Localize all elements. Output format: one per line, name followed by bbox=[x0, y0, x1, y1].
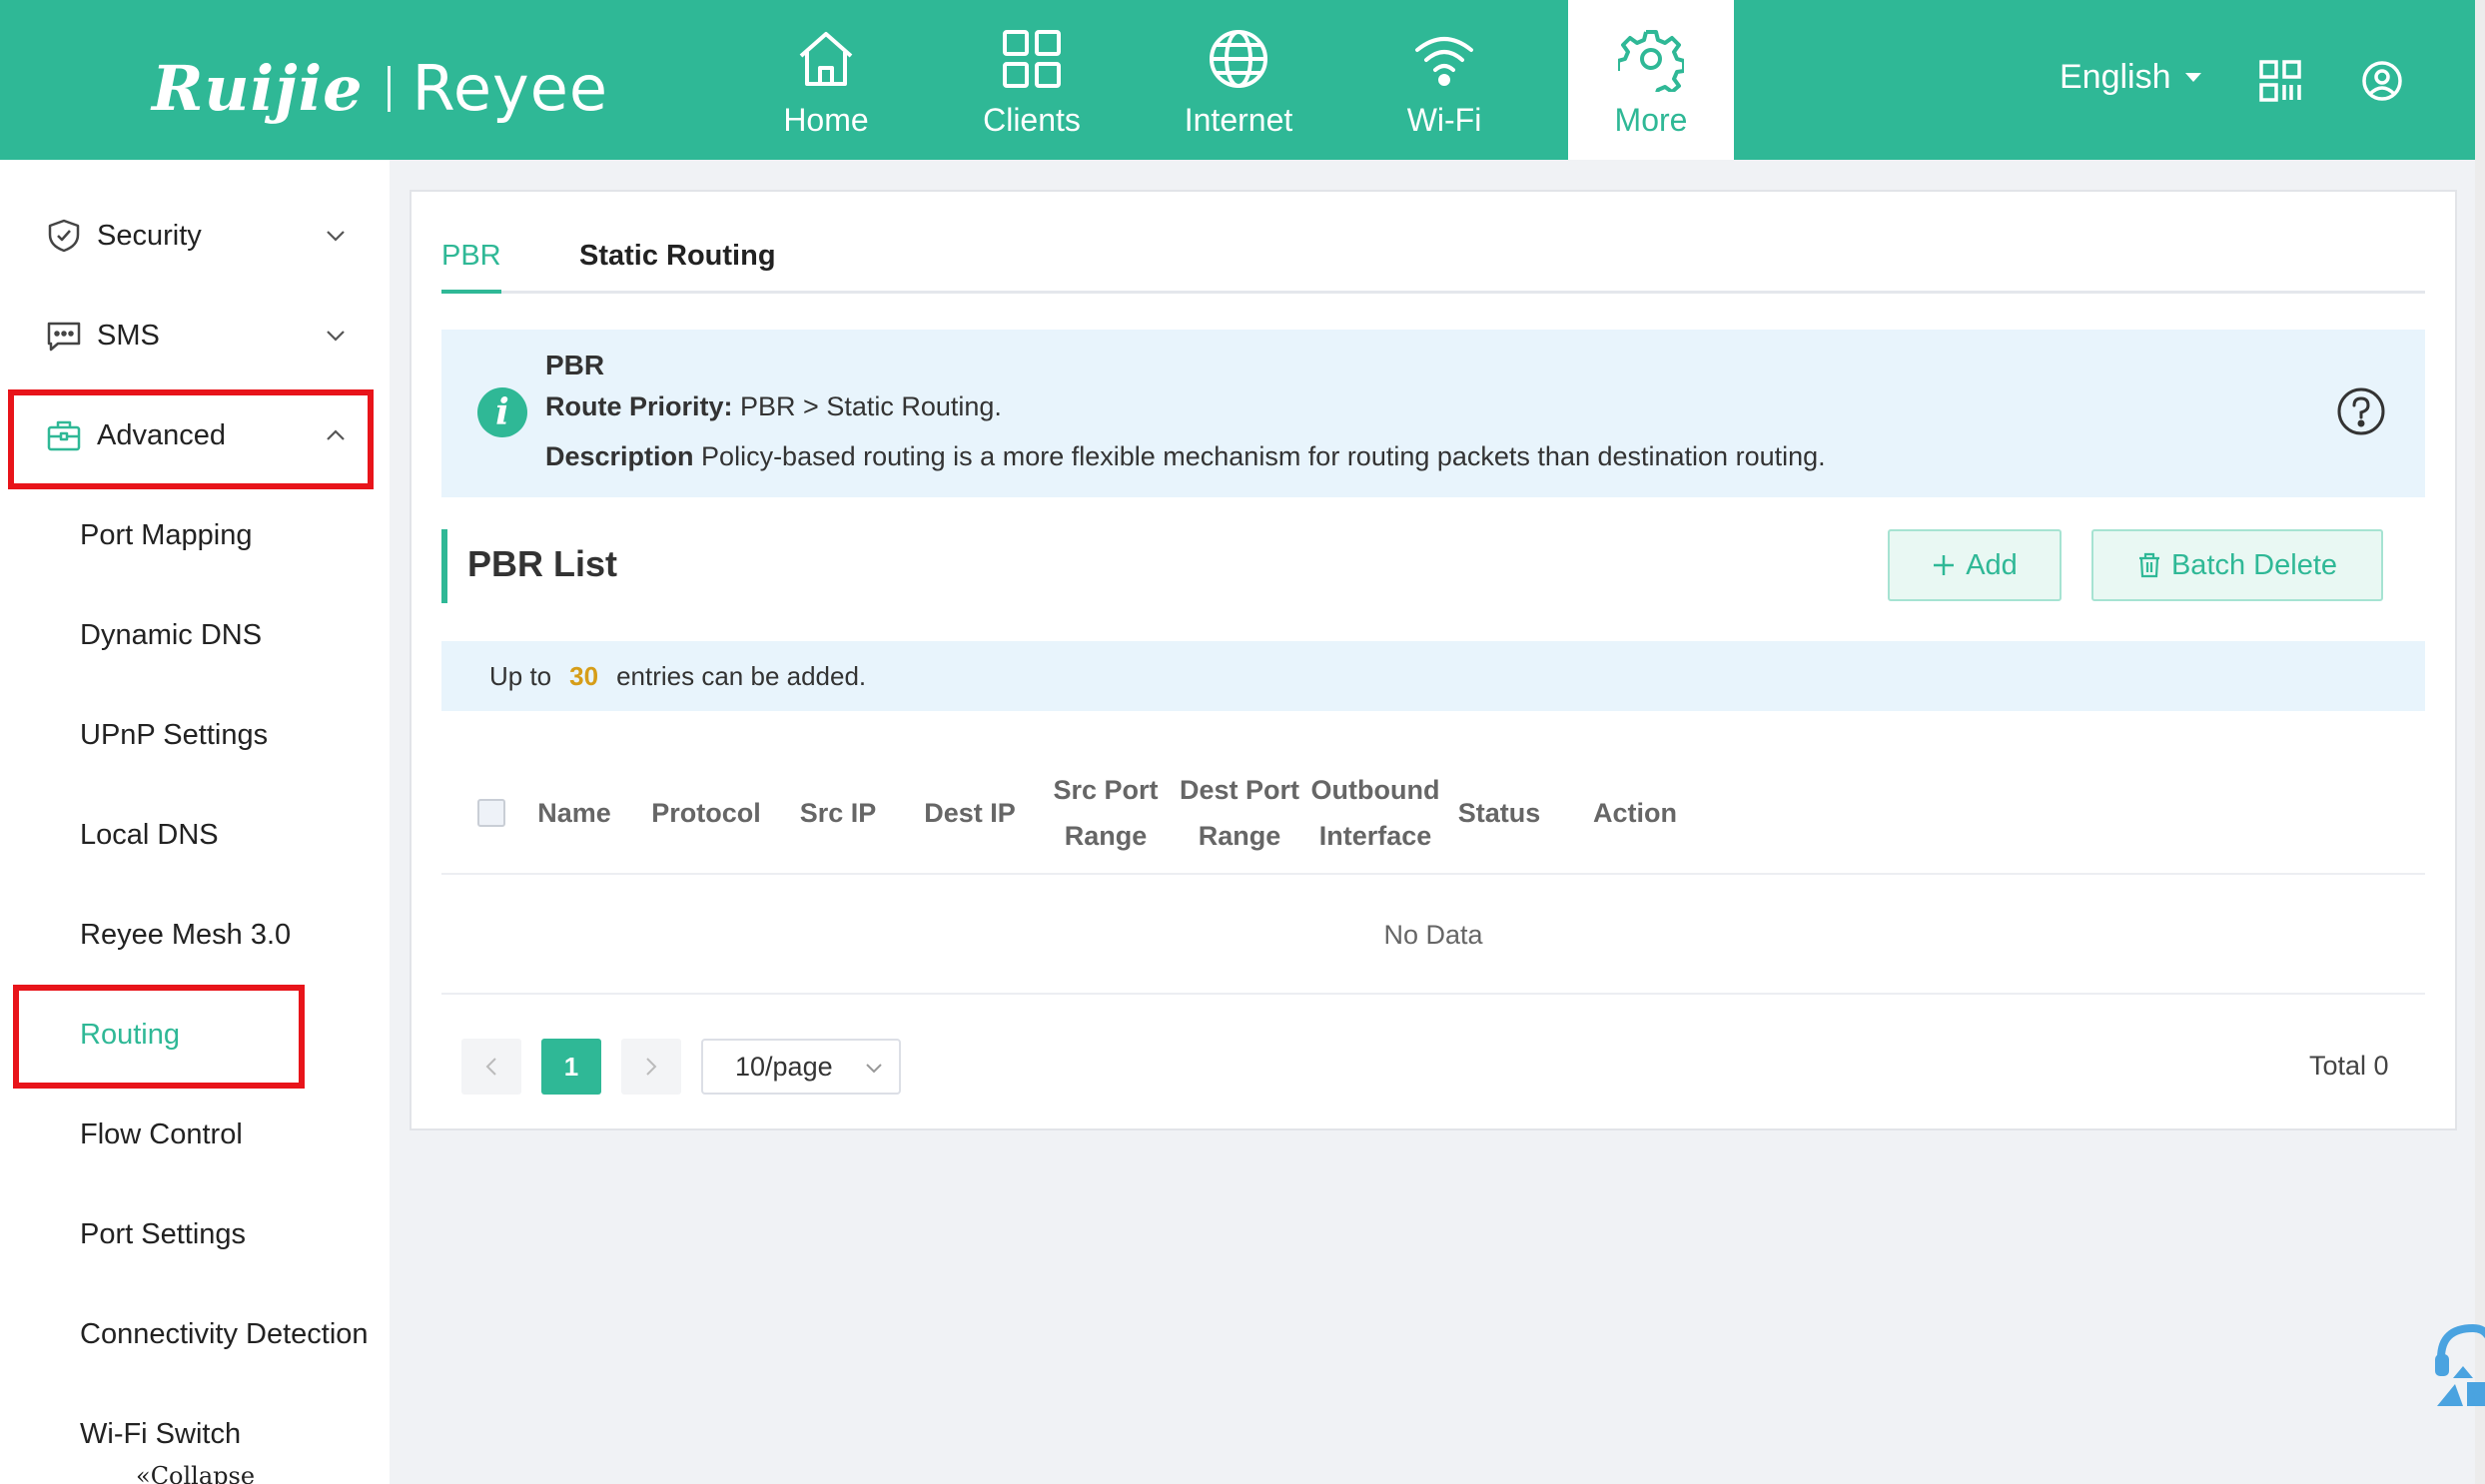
column-header-name: Name bbox=[537, 798, 611, 828]
next-page-button[interactable] bbox=[621, 1039, 681, 1095]
nav-more[interactable]: More bbox=[1568, 0, 1734, 160]
brand-ruijie: Ruijie bbox=[152, 52, 364, 125]
tab-bar: PBR Static Routing bbox=[441, 240, 2425, 294]
content-card: PBR Static Routing i PBR Route Priority:… bbox=[410, 190, 2457, 1130]
nav-wifi[interactable]: Wi-Fi bbox=[1361, 0, 1527, 160]
table-empty-state: No Data bbox=[441, 877, 2425, 995]
wifi-icon bbox=[1415, 37, 1473, 86]
sidebar-item-upnp-settings[interactable]: UPnP Settings bbox=[80, 719, 268, 752]
chevron-down-icon bbox=[327, 331, 345, 342]
collapse-label: Collapse bbox=[150, 1462, 256, 1484]
chevron-up-icon bbox=[327, 429, 345, 440]
info-route-priority: Route Priority: PBR > Static Routing. bbox=[545, 391, 1002, 422]
sidebar-group-sms[interactable]: SMS bbox=[0, 286, 390, 385]
column-header-src-port-range: Src Port Range bbox=[1053, 775, 1159, 851]
assistant-widget-icon[interactable] bbox=[2433, 1318, 2485, 1414]
tab-static-routing[interactable]: Static Routing bbox=[579, 240, 776, 273]
batch-delete-label: Batch Delete bbox=[2170, 548, 2338, 581]
sidebar-group-label: Security bbox=[97, 219, 202, 252]
add-button[interactable]: Add bbox=[1888, 529, 2062, 601]
nav-wifi-label: Wi-Fi bbox=[1406, 102, 1482, 138]
info-icon: i bbox=[477, 387, 527, 437]
trash-icon bbox=[2138, 552, 2159, 578]
sidebar-group-label: Advanced bbox=[97, 418, 226, 451]
column-header-action: Action bbox=[1593, 798, 1677, 828]
column-header-protocol: Protocol bbox=[651, 798, 761, 828]
gear-icon bbox=[1618, 30, 1684, 92]
column-header-status: Status bbox=[1457, 798, 1541, 828]
prev-page-button[interactable] bbox=[461, 1039, 521, 1095]
language-selector[interactable]: English bbox=[2060, 58, 2201, 97]
sidebar-item-dynamic-dns[interactable]: Dynamic DNS bbox=[80, 619, 262, 652]
nav-more-label: More bbox=[1614, 102, 1688, 138]
priority-label: Route Priority: bbox=[545, 391, 733, 421]
nav-home-label: Home bbox=[783, 102, 869, 138]
nav-clients[interactable]: Clients bbox=[949, 0, 1115, 160]
brand-logo: Ruijie Reyee bbox=[152, 52, 608, 125]
page-scrollbar[interactable] bbox=[2475, 0, 2485, 1484]
batch-delete-button[interactable]: Batch Delete bbox=[2091, 529, 2383, 601]
brand-separator bbox=[387, 65, 391, 112]
sidebar-item-local-dns[interactable]: Local DNS bbox=[80, 819, 219, 852]
page-number-button[interactable]: 1 bbox=[541, 1039, 601, 1095]
globe-icon bbox=[1210, 30, 1267, 88]
info-description: Description Policy-based routing is a mo… bbox=[545, 441, 1826, 472]
tab-pbr[interactable]: PBR bbox=[441, 240, 501, 294]
description-text: Policy-based routing is a more flexible … bbox=[701, 441, 1826, 471]
limit-prefix: Up to bbox=[489, 660, 552, 691]
top-navigation-bar: Ruijie Reyee Home Clients Internet Wi-Fi… bbox=[0, 0, 2475, 160]
qr-code-icon[interactable] bbox=[2259, 60, 2301, 102]
chevron-down-icon bbox=[327, 231, 345, 242]
home-icon bbox=[799, 32, 853, 86]
info-banner: i PBR Route Priority: PBR > Static Routi… bbox=[441, 330, 2425, 497]
brand-reyee: Reyee bbox=[412, 52, 609, 125]
chevron-left-icon bbox=[485, 1058, 496, 1076]
sidebar-item-port-settings[interactable]: Port Settings bbox=[80, 1218, 246, 1251]
pbr-list-title: PBR List bbox=[467, 543, 618, 584]
limit-count: 30 bbox=[569, 660, 599, 691]
plus-icon bbox=[1934, 555, 1955, 575]
pbr-list-header: PBR List bbox=[441, 529, 617, 603]
add-button-label: Add bbox=[1966, 548, 2018, 581]
chevron-down-icon bbox=[866, 1064, 882, 1074]
page-size-value: 10/page bbox=[735, 1051, 833, 1082]
user-account-icon[interactable] bbox=[2361, 60, 2403, 102]
nav-clients-label: Clients bbox=[983, 102, 1081, 138]
toolbox-icon bbox=[47, 420, 81, 451]
page-size-select[interactable]: 10/page bbox=[701, 1039, 901, 1095]
caret-down-icon bbox=[2184, 73, 2201, 82]
select-all-checkbox[interactable] bbox=[477, 799, 505, 827]
priority-text: PBR > Static Routing. bbox=[740, 391, 1002, 421]
language-label: English bbox=[2060, 58, 2171, 96]
sidebar-item-wifi-switch[interactable]: Wi-Fi Switch bbox=[80, 1418, 241, 1451]
grid-icon bbox=[1003, 30, 1061, 88]
chevron-right-icon bbox=[646, 1058, 657, 1076]
table-header: Name Protocol Src IP Dest IP Src Port Ra… bbox=[441, 751, 2425, 875]
entry-limit-notice: Up to 30 entries can be added. bbox=[441, 641, 2425, 711]
column-header-src-ip: Src IP bbox=[799, 798, 877, 828]
sidebar-item-port-mapping[interactable]: Port Mapping bbox=[80, 519, 253, 552]
help-icon[interactable] bbox=[2335, 385, 2387, 437]
sidebar-group-security[interactable]: Security bbox=[0, 186, 390, 286]
sidebar-collapse-button[interactable]: «Collapse bbox=[136, 1462, 255, 1484]
nav-home[interactable]: Home bbox=[743, 0, 909, 160]
sidebar-group-label: SMS bbox=[97, 319, 160, 352]
column-header-outbound-interface: Outbound Interface bbox=[1310, 775, 1440, 851]
sidebar-item-routing[interactable]: Routing bbox=[80, 1019, 180, 1052]
description-label: Description bbox=[545, 441, 694, 471]
sidebar-item-reyee-mesh[interactable]: Reyee Mesh 3.0 bbox=[80, 919, 291, 952]
info-title: PBR bbox=[545, 350, 605, 380]
shield-icon bbox=[48, 219, 80, 253]
column-header-dest-ip: Dest IP bbox=[924, 798, 1016, 828]
total-count: Total 0 bbox=[2309, 1051, 2389, 1081]
double-chevron-left-icon: « bbox=[136, 1462, 151, 1484]
limit-suffix: entries can be added. bbox=[616, 660, 867, 691]
nav-internet-label: Internet bbox=[1184, 102, 1293, 138]
sidebar-item-connectivity-detection[interactable]: Connectivity Detection bbox=[80, 1318, 369, 1351]
nav-internet[interactable]: Internet bbox=[1156, 0, 1321, 160]
message-icon bbox=[47, 322, 81, 352]
column-header-dest-port-range: Dest Port Range bbox=[1179, 775, 1300, 851]
sidebar-item-flow-control[interactable]: Flow Control bbox=[80, 1118, 243, 1151]
sidebar-group-advanced[interactable]: Advanced bbox=[0, 385, 390, 485]
